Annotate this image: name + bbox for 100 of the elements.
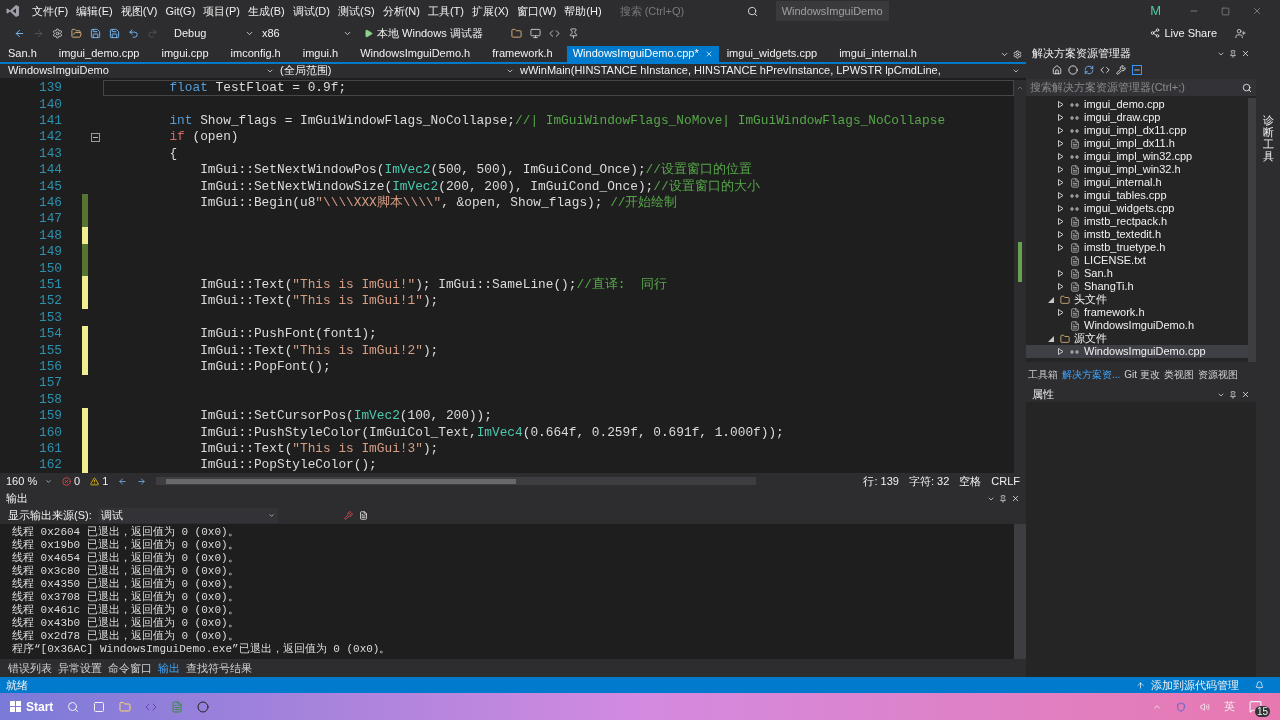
folder-icon[interactable] [510, 27, 522, 39]
back-icon[interactable] [14, 27, 25, 39]
menu-item[interactable]: 文件(F) [28, 2, 73, 20]
file-tab[interactable]: San.h [0, 45, 51, 62]
close-icon[interactable] [1241, 390, 1250, 399]
collapsed-arrow-icon[interactable] [1058, 244, 1064, 251]
collapsed-arrow-icon[interactable] [1058, 153, 1064, 160]
close-icon[interactable] [1011, 494, 1020, 504]
feedback-icon[interactable] [1235, 27, 1246, 39]
tree-item[interactable]: imgui_internal.h [1026, 176, 1248, 189]
menu-item[interactable]: 扩展(X) [467, 2, 513, 20]
file-tab[interactable]: imgui_demo.cpp [50, 45, 154, 62]
pin-icon[interactable] [1229, 49, 1237, 58]
menu-item[interactable]: 分析(N) [378, 2, 424, 20]
panel-tab[interactable]: 命令窗口 [108, 659, 152, 677]
panel-tab[interactable]: Git 更改 [1124, 366, 1160, 382]
indent-indicator[interactable]: 空格 [959, 472, 982, 490]
home-icon[interactable] [1052, 65, 1062, 75]
settings-icon[interactable] [52, 27, 63, 39]
collapsed-arrow-icon[interactable] [1058, 101, 1064, 108]
tree-item[interactable]: imgui_impl_win32.cpp [1026, 150, 1248, 163]
save-all-icon[interactable] [109, 27, 120, 39]
column-indicator[interactable]: 字符: 32 [908, 472, 950, 490]
tree-item[interactable]: ShangTi.h [1026, 280, 1248, 293]
collapsed-arrow-icon[interactable] [1058, 140, 1064, 147]
close-icon[interactable] [1241, 49, 1250, 58]
menu-item[interactable]: 编辑(E) [72, 2, 117, 20]
tree-item[interactable]: imgui_demo.cpp [1026, 98, 1248, 111]
tree-item[interactable]: imstb_truetype.h [1026, 241, 1248, 254]
folder-item[interactable]: 源文件 [1026, 332, 1107, 345]
horizontal-scrollbar[interactable] [156, 477, 757, 486]
expanded-arrow-icon[interactable] [1048, 335, 1054, 342]
menu-item[interactable]: 窗口(W) [512, 2, 561, 20]
search-icon[interactable] [67, 700, 80, 713]
start-button[interactable]: Start [10, 697, 54, 716]
forward-icon[interactable] [137, 476, 147, 486]
member-dropdown[interactable]: wWinMain(HINSTANCE hInstance, HINSTANCE hPrevInstance, LPWSTR lpCmdLine, [520, 62, 1026, 79]
tree-item[interactable]: imgui_draw.cpp [1026, 111, 1248, 124]
menu-item[interactable]: 测试(S) [333, 2, 379, 20]
close-icon[interactable] [1252, 6, 1262, 16]
task-view-icon[interactable] [93, 700, 106, 713]
run-debugger-button[interactable]: 本地 Windows 调试器 [360, 24, 487, 42]
source-control-button[interactable]: 添加到源代码管理 [1151, 676, 1239, 694]
collapsed-arrow-icon[interactable] [1058, 127, 1064, 134]
live-share-button[interactable]: Live Share [1150, 24, 1217, 42]
collapsed-arrow-icon[interactable] [1058, 309, 1064, 316]
search-field[interactable]: 搜索解决方案资源管理器(Ctrl+;) [1026, 79, 1256, 96]
collapsed-arrow-icon[interactable] [1058, 166, 1064, 173]
collapsed-arrow-icon[interactable] [1058, 283, 1064, 290]
menu-item[interactable]: 生成(B) [244, 2, 289, 20]
file-tab[interactable]: imgui.h [294, 45, 353, 62]
configuration-dropdown[interactable]: Debug [174, 24, 254, 42]
panel-tab[interactable]: 输出 [158, 659, 180, 677]
file-tab[interactable]: imgui_internal.h [831, 45, 931, 62]
undo-icon[interactable] [128, 27, 139, 39]
refresh-icon[interactable] [1084, 65, 1094, 75]
zoom-dropdown[interactable]: 160 % [6, 472, 52, 490]
search-field[interactable]: 搜索 (Ctrl+Q) [619, 2, 740, 20]
vertical-scrollbar[interactable] [1014, 524, 1026, 660]
collapsed-arrow-icon[interactable] [1058, 205, 1064, 212]
tree-item[interactable]: imgui_impl_dx11.h [1026, 137, 1248, 150]
platform-dropdown[interactable]: x86 [262, 24, 352, 42]
file-tab[interactable]: WindowsImguiDemo.h [352, 45, 485, 62]
source-dropdown[interactable]: 调试 [97, 507, 278, 523]
panel-tab[interactable]: 异常设置 [58, 659, 102, 677]
warning-count[interactable]: 1 [102, 472, 109, 490]
file-tab[interactable]: imconfig.h [222, 45, 295, 62]
panel-tab[interactable]: 查找符号结果 [186, 659, 252, 677]
code-editor[interactable] [0, 77, 1026, 474]
file-tab[interactable]: imgui_widgets.cpp [718, 45, 832, 62]
collapsed-arrow-icon[interactable] [1058, 192, 1064, 199]
error-count[interactable]: 0 [74, 472, 81, 490]
pin-icon[interactable] [1229, 390, 1237, 399]
tree-item[interactable]: imgui_impl_win32.h [1026, 163, 1248, 176]
tree-item[interactable]: imgui_widgets.cpp [1026, 202, 1248, 215]
tree-item[interactable]: framework.h [1026, 306, 1248, 319]
file-tab[interactable]: WindowsImguiDemo.cpp* [566, 45, 719, 62]
expanded-arrow-icon[interactable] [1048, 296, 1054, 303]
collapsed-arrow-icon[interactable] [1058, 218, 1064, 225]
file-tab[interactable]: imgui.cpp [153, 45, 223, 62]
tree-item[interactable]: imstb_rectpack.h [1026, 215, 1248, 228]
panel-tab[interactable]: 错误列表 [8, 659, 52, 677]
panel-tab[interactable]: 类视图 [1163, 366, 1194, 382]
pin-icon[interactable] [999, 494, 1007, 503]
panel-tab[interactable]: 工具箱 [1028, 366, 1058, 382]
panel-tab[interactable]: 资源视图 [1197, 366, 1238, 382]
collapsed-arrow-icon[interactable] [1058, 231, 1064, 238]
preview-icon[interactable] [1132, 65, 1142, 75]
tree-item[interactable]: WindowsImguiDemo.cpp [1026, 345, 1248, 358]
tree-item[interactable]: imgui_tables.cpp [1026, 189, 1248, 202]
save-icon[interactable] [90, 27, 101, 39]
back-icon[interactable] [118, 476, 128, 486]
properties-icon[interactable] [1116, 65, 1126, 75]
screen-icon[interactable] [529, 27, 541, 39]
collapse-icon[interactable] [91, 132, 100, 142]
scope-dropdown[interactable]: (全局范围) [280, 62, 520, 79]
menu-item[interactable]: 调试(D) [288, 2, 334, 20]
line-ending-indicator[interactable]: CRLF [991, 472, 1026, 490]
menu-item[interactable]: 工具(T) [423, 2, 468, 20]
panel-tab[interactable]: 解决方案资... [1062, 366, 1121, 382]
